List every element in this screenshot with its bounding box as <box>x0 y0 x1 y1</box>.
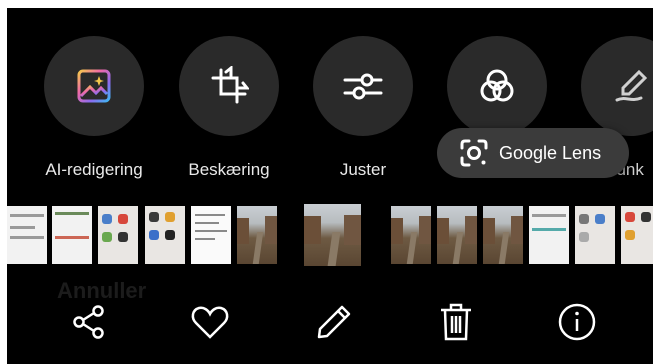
heart-icon <box>191 306 229 339</box>
pencil-icon <box>317 305 351 339</box>
adjust-sliders-icon <box>343 73 383 100</box>
ai-edit-button[interactable] <box>44 36 144 136</box>
filmstrip-thumb[interactable] <box>191 206 231 264</box>
info-icon <box>558 303 596 341</box>
filmstrip-thumb[interactable] <box>483 206 523 264</box>
google-lens-icon <box>460 139 488 167</box>
filmstrip-thumb[interactable] <box>529 206 569 264</box>
filmstrip-thumb[interactable] <box>575 206 615 264</box>
google-lens-button[interactable]: Google Lens <box>437 128 629 178</box>
filters-button[interactable] <box>447 36 547 136</box>
filmstrip-thumb[interactable] <box>621 206 653 264</box>
favorite-button[interactable] <box>188 300 232 344</box>
filmstrip-thumb[interactable] <box>145 206 185 264</box>
filmstrip-thumb[interactable] <box>437 206 477 264</box>
filmstrip-thumb[interactable] <box>391 206 431 264</box>
filters-icon <box>480 69 514 102</box>
crop-button[interactable] <box>179 36 279 136</box>
photo-editor-screen: AI-redigering Beskæring Juster tfunk Goo… <box>7 8 653 364</box>
trash-icon <box>441 303 471 341</box>
ai-edit-icon <box>77 69 111 103</box>
filmstrip-thumb[interactable] <box>237 206 277 264</box>
filmstrip-thumb[interactable] <box>52 206 92 264</box>
share-icon <box>73 305 104 339</box>
markup-pen-icon <box>615 69 648 102</box>
adjust-button[interactable] <box>313 36 413 136</box>
markup-button[interactable] <box>581 36 653 136</box>
crop-icon <box>211 66 249 104</box>
filmstrip-thumb[interactable] <box>7 206 47 264</box>
info-button[interactable] <box>555 300 599 344</box>
google-lens-label: Google Lens <box>499 142 602 163</box>
filmstrip-thumb[interactable] <box>98 206 138 264</box>
filmstrip-thumb-selected[interactable] <box>304 204 361 266</box>
share-button[interactable] <box>67 300 111 344</box>
edit-button[interactable] <box>312 300 356 344</box>
adjust-label: Juster <box>339 160 387 179</box>
filmstrip[interactable] <box>7 204 653 266</box>
delete-button[interactable] <box>434 300 478 344</box>
